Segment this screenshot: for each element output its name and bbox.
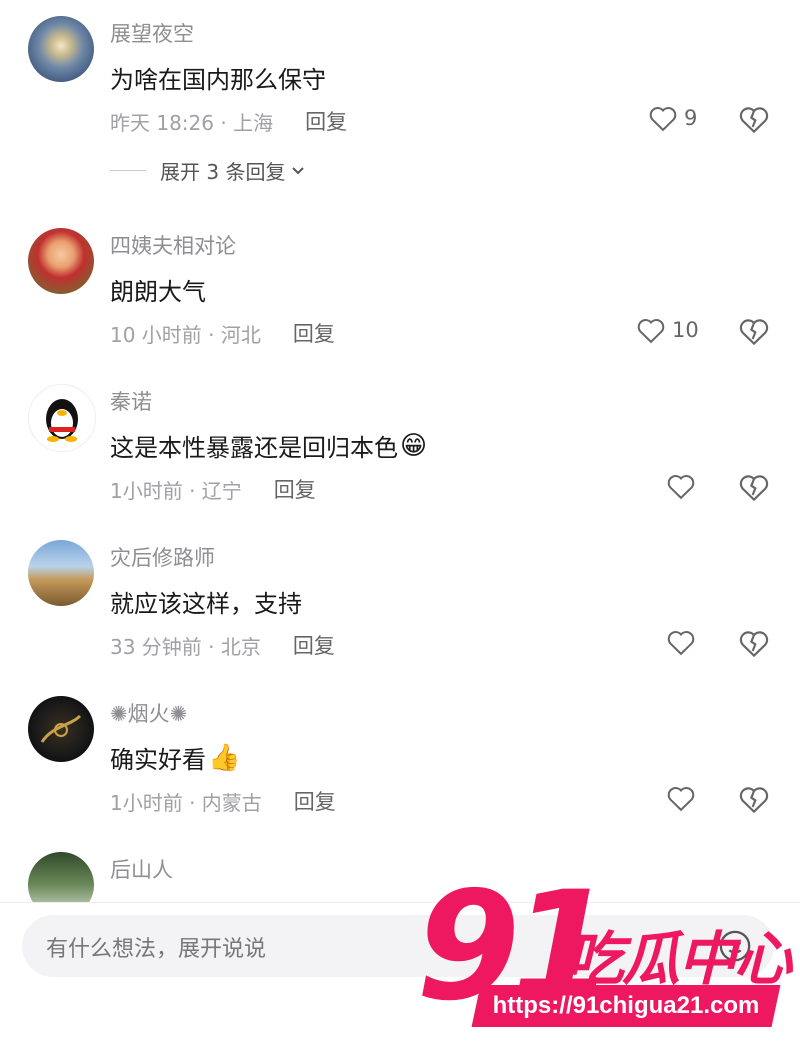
heart-icon <box>637 319 665 344</box>
comment-username[interactable]: 展望夜空 <box>110 18 194 48</box>
watermark-url-badge: https://91chigua21.com <box>471 985 781 1027</box>
comment-text-content: 为啥在国内那么保守 <box>110 66 326 94</box>
comment-text-content: 就应该这样，支持 <box>110 590 302 618</box>
reply-button[interactable]: 回复 <box>274 474 316 504</box>
expand-replies-label: 展开 3 条回复 <box>160 160 286 184</box>
comment-text: 朗朗大气 <box>110 272 206 307</box>
comment-username[interactable]: 秦诺 <box>110 386 152 416</box>
comment-time-location: 10 小时前 · 河北 <box>110 322 261 347</box>
broken-heart-icon[interactable] <box>738 784 770 814</box>
like-count: 10 <box>672 318 699 342</box>
heart-icon <box>667 631 695 656</box>
expand-replies-button[interactable]: 展开 3 条回复 <box>110 156 307 185</box>
penguin-avatar <box>46 399 78 442</box>
avatar[interactable] <box>28 228 94 294</box>
like-button[interactable]: 10 <box>636 316 699 344</box>
comment-input-placeholder: 有什么想法，展开说说 <box>46 937 267 962</box>
divider <box>110 170 146 171</box>
heart-icon <box>649 107 677 132</box>
comment-text-content: 确实好看 <box>110 746 206 774</box>
reply-button[interactable]: 回复 <box>294 786 336 816</box>
watermark-url: https://91chigua21.com <box>492 992 760 1019</box>
comment-meta: 1小时前 · 辽宁 回复 <box>110 474 316 504</box>
comment-meta: 10 小时前 · 河北 回复 <box>110 318 335 348</box>
comment-username[interactable]: 后山人 <box>110 854 173 884</box>
broken-heart-icon[interactable] <box>738 472 770 502</box>
comment-time-location: 1小时前 · 辽宁 <box>110 478 242 503</box>
like-button[interactable]: 9 <box>648 104 697 132</box>
gold-calligraphy-avatar <box>40 714 82 743</box>
like-button[interactable] <box>666 628 696 656</box>
broken-heart-icon[interactable] <box>738 104 770 134</box>
comment-time-location: 昨天 18:26 · 上海 <box>110 110 274 135</box>
comment-meta: 1小时前 · 内蒙古 回复 <box>110 786 336 816</box>
like-button[interactable] <box>666 472 696 500</box>
reply-button[interactable]: 回复 <box>305 106 347 136</box>
comment-username[interactable]: ✺烟火✺ <box>110 698 187 728</box>
avatar[interactable] <box>28 384 96 452</box>
comment-text: 这是本性暴露还是回归本色 😁 <box>110 428 427 463</box>
comment-time-location: 33 分钟前 · 北京 <box>110 634 261 659</box>
grinning-emoji: 😁 <box>400 430 428 461</box>
thumbs-up-emoji: 👍 <box>208 742 241 773</box>
like-count: 9 <box>684 106 698 130</box>
reply-button[interactable]: 回复 <box>293 318 335 348</box>
comment-meta: 33 分钟前 · 北京 回复 <box>110 630 335 660</box>
chevron-down-icon <box>292 166 305 174</box>
like-button[interactable] <box>666 784 696 812</box>
broken-heart-icon[interactable] <box>738 628 770 658</box>
comment-text-content: 朗朗大气 <box>110 278 206 306</box>
watermark-name: 吃瓜中心 <box>566 925 792 993</box>
comment-username[interactable]: 灾后修路师 <box>110 542 215 572</box>
avatar[interactable] <box>28 540 94 606</box>
comment-text: 就应该这样，支持 <box>110 584 302 619</box>
broken-heart-icon[interactable] <box>738 316 770 346</box>
comment-text: 为啥在国内那么保守 <box>110 60 326 95</box>
avatar[interactable] <box>28 696 94 762</box>
comment-time-location: 1小时前 · 内蒙古 <box>110 790 262 815</box>
heart-icon <box>667 475 695 500</box>
avatar[interactable] <box>28 16 94 82</box>
comment-text: 确实好看 👍 <box>110 740 240 775</box>
reply-button[interactable]: 回复 <box>293 630 335 660</box>
heart-icon <box>667 787 695 812</box>
comment-username[interactable]: 四姨夫相对论 <box>110 230 236 260</box>
comment-meta: 昨天 18:26 · 上海 回复 <box>110 106 347 136</box>
comment-text-content: 这是本性暴露还是回归本色 <box>110 434 398 462</box>
